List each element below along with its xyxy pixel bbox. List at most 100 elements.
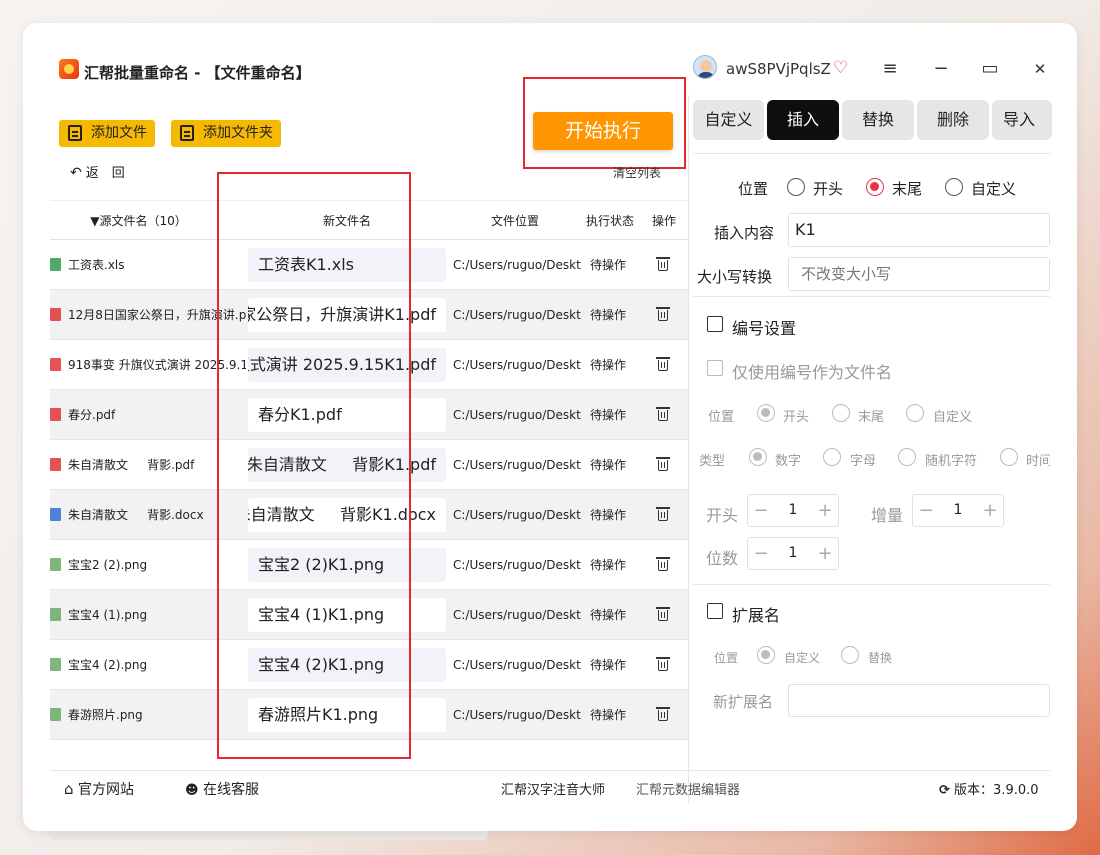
position-end-label[interactable]: 末尾 [892, 178, 922, 199]
table-row[interactable]: 春分.pdf 春分K1.pdf C:/Users/ruguo/Deskto 待操作 [50, 390, 688, 440]
start-number-stepper[interactable]: − 1 + [747, 494, 839, 527]
extension-replace-radio[interactable] [841, 646, 859, 664]
pinyin-tool-link[interactable]: 汇帮汉字注音大师 [501, 779, 605, 798]
header-status: 执行状态 [585, 214, 634, 228]
back-arrow-icon: ↶ [70, 165, 82, 181]
step-increment-button[interactable]: + [977, 495, 1003, 526]
table-row[interactable]: 宝宝4 (1).png 宝宝4 (1)K1.png C:/Users/ruguo/D… [50, 590, 688, 640]
png-file-icon [50, 708, 61, 721]
type-letter-radio[interactable] [823, 448, 841, 466]
table-row[interactable]: 宝宝4 (2).png 宝宝4 (2)K1.png C:/Users/ruguo/D… [50, 640, 688, 690]
position-start-radio[interactable] [787, 178, 805, 196]
extension-checkbox[interactable] [707, 603, 723, 619]
digits-decrement-button[interactable]: − [748, 538, 774, 569]
tab-replace[interactable]: 替换 [842, 100, 914, 140]
clear-list-link[interactable]: 清空列表 [613, 164, 661, 181]
pdf-file-icon [50, 408, 61, 421]
step-decrement-button[interactable]: − [913, 495, 939, 526]
source-filename: 宝宝2 (2).png [50, 540, 246, 590]
number-position-custom-radio[interactable] [906, 404, 924, 422]
source-filename: 工资表.xls [50, 240, 246, 290]
delete-button[interactable] [656, 507, 670, 521]
type-time-radio[interactable] [1000, 448, 1018, 466]
close-icon[interactable]: ✕ [1028, 57, 1052, 81]
add-folder-button[interactable]: 添加文件夹 [171, 120, 281, 147]
table-row[interactable]: 918事变 升旗仪式演讲 2025.9.15.pdf918事变 升旗仪式演讲 2… [50, 340, 688, 390]
version-label: 版本：3.9.0.0 [954, 783, 1039, 798]
file-table: 工资表.xls 工资表K1.xls C:/Users/ruguo/Deskto 待操作… [50, 240, 688, 740]
metadata-tool-link[interactable]: 汇帮元数据编辑器 [636, 779, 740, 798]
back-link[interactable]: ↶ 返 回 [70, 162, 125, 181]
header-source[interactable]: ▼源文件名（10） [86, 201, 191, 241]
digits-increment-button[interactable]: + [812, 538, 838, 569]
version-info[interactable]: ⟳ 版本：3.9.0.0 [939, 779, 1039, 798]
new-filename[interactable]: 宝宝4 (2)K1.png [248, 648, 446, 682]
new-filename-text: 宝宝4 (1)K1.png [258, 605, 385, 624]
user-avatar[interactable] [693, 55, 717, 79]
extension-replace-label: 替换 [868, 651, 893, 665]
new-filename-text: 朱自清散文 背影K1.pdf [248, 455, 436, 474]
tab-delete[interactable]: 删除 [917, 100, 989, 140]
type-digit-radio[interactable] [749, 448, 767, 466]
step-stepper[interactable]: − 1 + [912, 494, 1004, 527]
extension-custom-radio[interactable] [757, 646, 775, 664]
new-filename[interactable]: 918事变 升旗仪式演讲 2025.9.15K1.pdf [248, 348, 446, 382]
digits-value[interactable]: 1 [774, 538, 812, 569]
position-start-label[interactable]: 开头 [813, 178, 843, 199]
position-end-radio[interactable] [866, 178, 884, 196]
source-filename-text: 工资表.xls [68, 258, 125, 272]
menu-icon[interactable]: ≡ [878, 57, 902, 81]
delete-button[interactable] [656, 457, 670, 471]
new-filename[interactable]: 春分K1.pdf [248, 398, 446, 432]
insert-content-input[interactable]: K1 [788, 213, 1050, 247]
tab-import[interactable]: 导入 [992, 100, 1052, 140]
source-filename-text: 宝宝4 (2).png [68, 658, 148, 672]
start-number-value[interactable]: 1 [774, 495, 812, 526]
table-row[interactable]: 工资表.xls 工资表K1.xls C:/Users/ruguo/Deskto 待操作 [50, 240, 688, 290]
only-number-checkbox[interactable] [707, 360, 723, 376]
position-custom-radio[interactable] [945, 178, 963, 196]
table-row[interactable]: 12月8日国家公祭日，升旗演讲.pdf12月8日国家公祭日，升旗演讲K1.pdf… [50, 290, 688, 340]
new-filename[interactable]: 春游照片K1.png [248, 698, 446, 732]
new-extension-input[interactable] [788, 684, 1050, 717]
delete-button[interactable] [656, 357, 670, 371]
position-custom-label[interactable]: 自定义 [971, 178, 1016, 199]
table-row[interactable]: 宝宝2 (2).png 宝宝2 (2)K1.png C:/Users/ruguo/D… [50, 540, 688, 590]
step-value[interactable]: 1 [939, 495, 977, 526]
new-filename[interactable]: 宝宝4 (1)K1.png [248, 598, 446, 632]
new-filename[interactable]: 宝宝2 (2)K1.png [248, 548, 446, 582]
delete-button[interactable] [656, 407, 670, 421]
case-conversion-select[interactable]: 不改变大小写 [788, 257, 1050, 291]
start-increment-button[interactable]: + [812, 495, 838, 526]
maximize-icon[interactable]: ▭ [978, 57, 1002, 81]
minimize-icon[interactable]: − [929, 57, 953, 81]
vip-heart-icon[interactable]: ♡ [833, 58, 848, 78]
tab-insert[interactable]: 插入 [767, 100, 839, 140]
delete-button[interactable] [656, 307, 670, 321]
table-row[interactable]: 朱自清散文 背影.docx 朱自清散文 背影K1.docx C:/Users/rug… [50, 490, 688, 540]
start-decrement-button[interactable]: − [748, 495, 774, 526]
start-button[interactable]: 开始执行 [533, 112, 673, 150]
new-filename[interactable]: 朱自清散文 背影K1.pdf [248, 448, 446, 482]
website-link[interactable]: ⌂ 官方网站 [64, 779, 134, 799]
new-filename[interactable]: 工资表K1.xls [248, 248, 446, 282]
delete-button[interactable] [656, 607, 670, 621]
digits-stepper[interactable]: − 1 + [747, 537, 839, 570]
add-file-button[interactable]: 添加文件 [59, 120, 155, 147]
delete-button[interactable] [656, 257, 670, 271]
new-filename[interactable]: 12月8日国家公祭日，升旗演讲K1.pdf [248, 298, 446, 332]
table-row[interactable]: 春游照片.png 春游照片K1.png C:/Users/ruguo/Deskto 待… [50, 690, 688, 740]
customer-service-link[interactable]: ☻ 在线客服 [185, 779, 259, 799]
tab-custom[interactable]: 自定义 [693, 100, 764, 140]
type-random-radio[interactable] [898, 448, 916, 466]
username[interactable]: awS8PVjPqlsZ [726, 60, 831, 78]
number-position-start-radio[interactable] [757, 404, 775, 422]
new-filename[interactable]: 朱自清散文 背影K1.docx [248, 498, 446, 532]
delete-button[interactable] [656, 657, 670, 671]
delete-button[interactable] [656, 557, 670, 571]
number-position-end-radio[interactable] [832, 404, 850, 422]
delete-button[interactable] [656, 707, 670, 721]
trash-icon [656, 557, 670, 571]
numbering-checkbox[interactable] [707, 316, 723, 332]
table-row[interactable]: 朱自清散文 背影.pdf 朱自清散文 背影K1.pdf C:/Users/ruguo… [50, 440, 688, 490]
